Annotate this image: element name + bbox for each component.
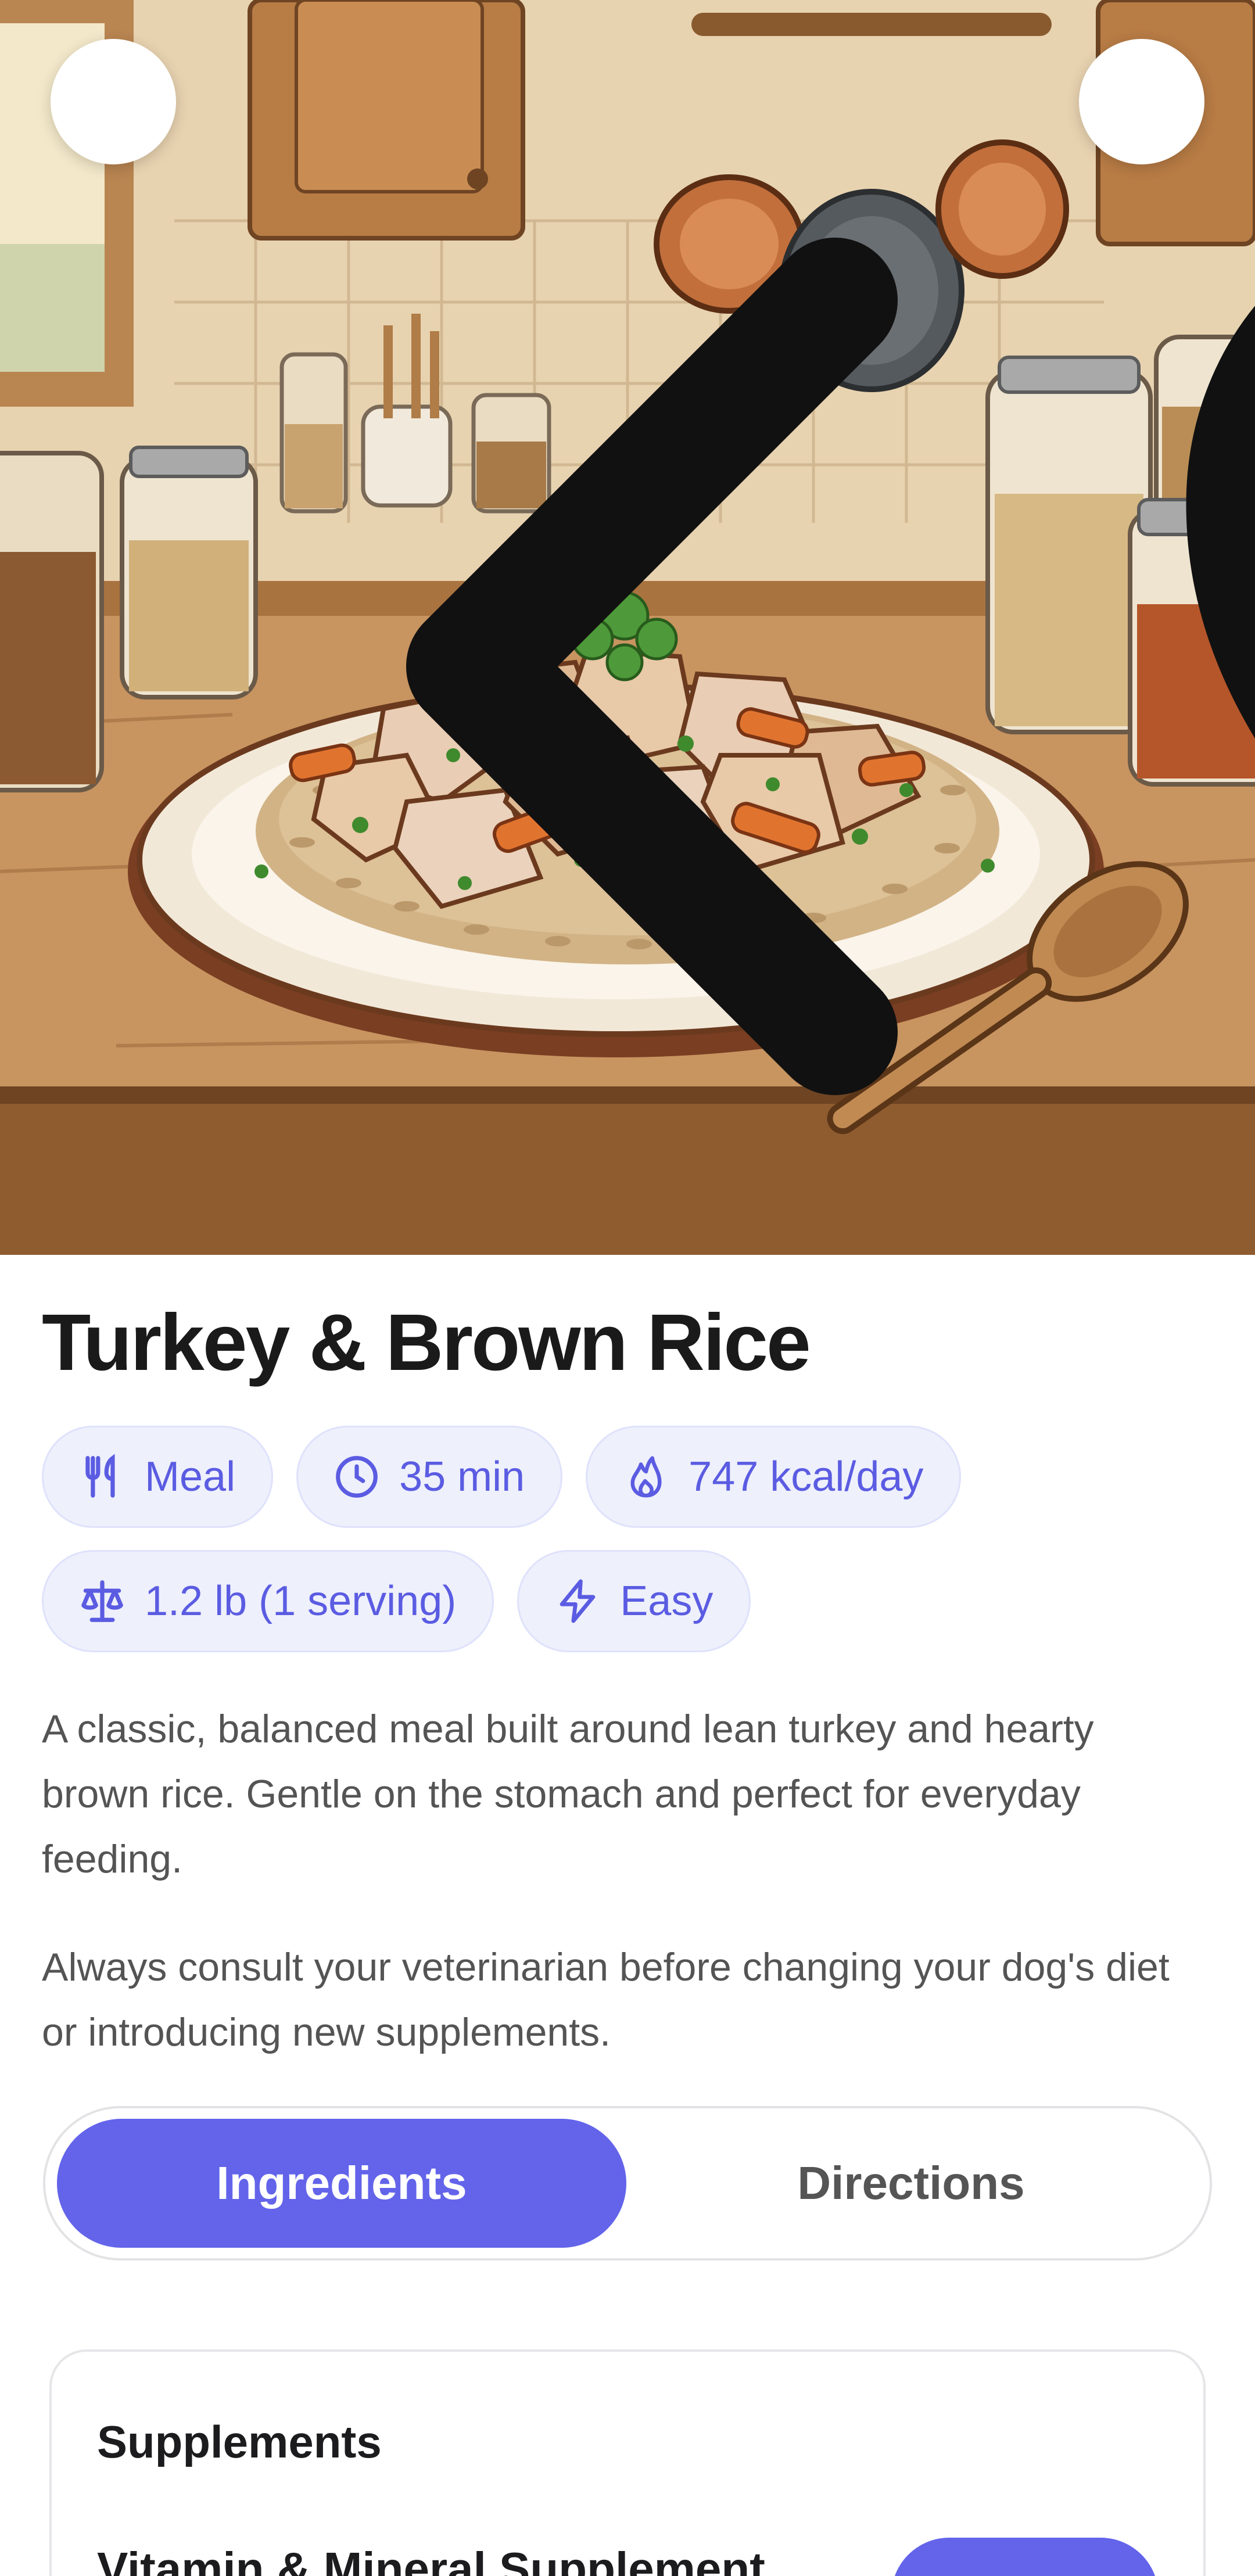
chip-portion: 1.2 lb (1 serving): [42, 1550, 494, 1652]
flame-icon: [630, 1456, 662, 1498]
hero-image: [0, 0, 1255, 1255]
supplement-action-button[interactable]: [891, 2538, 1159, 2576]
chip-difficulty: Easy: [517, 1550, 751, 1652]
chip-difficulty-label: Easy: [620, 1578, 713, 1624]
recipe-tabs: Ingredients Directions: [43, 2106, 1212, 2261]
chip-calories: 747 kcal/day: [586, 1426, 962, 1528]
supplements-card: Supplements Vitamin & Mineral Supplement: [49, 2349, 1206, 2576]
utensils-icon: [85, 1454, 115, 1498]
tab-ingredients[interactable]: Ingredients: [57, 2119, 626, 2248]
chip-meal-type-label: Meal: [145, 1454, 236, 1500]
supplement-item-name: Vitamin & Mineral Supplement: [97, 2543, 765, 2576]
vet-disclaimer: Always consult your veterinarian before …: [42, 1945, 1170, 2054]
recipe-meta-row-2: 1.2 lb (1 serving) Easy: [42, 1550, 751, 1652]
supplements-title: Supplements: [97, 2416, 382, 2467]
back-button[interactable]: [51, 39, 898, 1095]
chip-time-label: 35 min: [399, 1454, 525, 1500]
recipe-description: A classic, balanced meal built around le…: [42, 1707, 1094, 1881]
recipe-meta-row-1: Meal 35 min 747 kcal/day: [42, 1426, 962, 1528]
chip-meal-type: Meal: [42, 1426, 274, 1528]
clock-icon: [336, 1456, 378, 1498]
lightning-icon: [560, 1579, 596, 1623]
tab-directions[interactable]: Directions: [626, 2119, 1196, 2248]
recipe-title: Turkey & Brown Rice: [42, 1298, 811, 1387]
chevron-left-icon: [406, 238, 898, 1095]
scale-icon: [81, 1580, 123, 1622]
chip-time: 35 min: [296, 1426, 563, 1528]
favorite-button[interactable]: [1079, 39, 1255, 739]
heart-outline-icon: [1186, 306, 1255, 739]
chip-calories-label: 747 kcal/day: [689, 1454, 924, 1500]
chip-portion-label: 1.2 lb (1 serving): [145, 1578, 457, 1624]
